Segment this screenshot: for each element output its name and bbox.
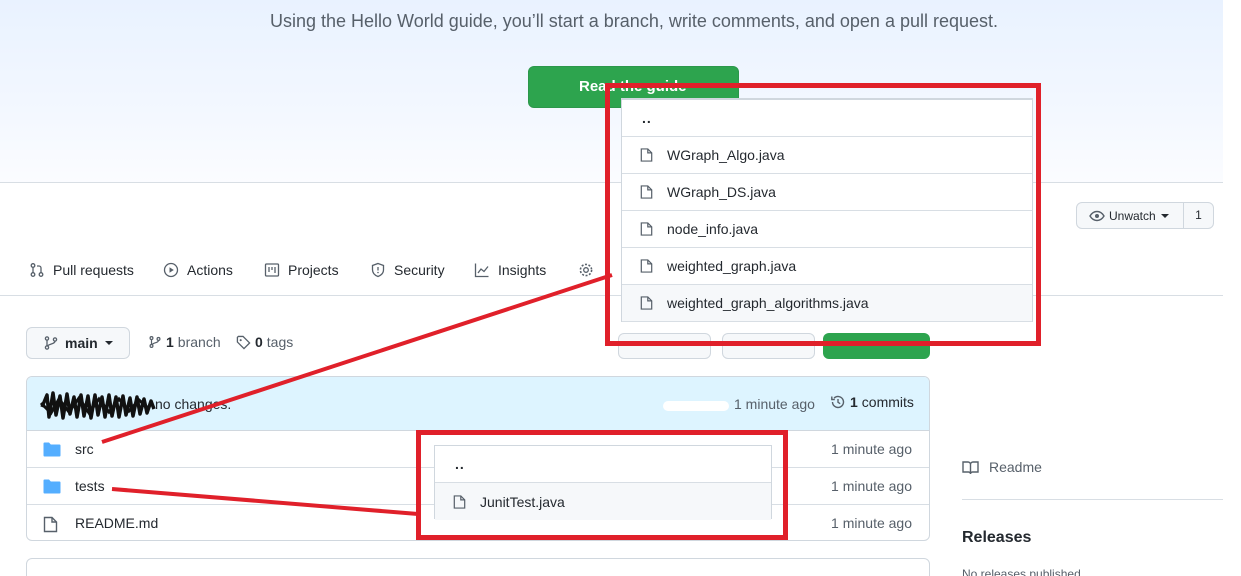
annotation-line-src — [101, 273, 613, 444]
annotation-line-tests — [111, 487, 419, 516]
annotation-box-src — [605, 83, 1041, 346]
annotation-box-tests — [416, 430, 788, 540]
